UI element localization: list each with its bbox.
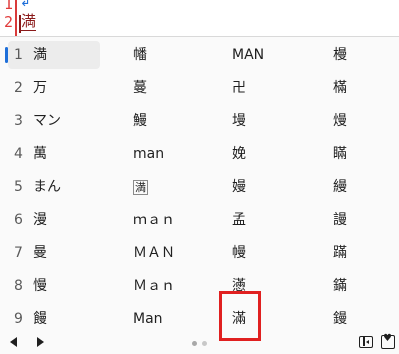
side-panel-icon[interactable] [359, 336, 373, 348]
candidate-row: 6 漫 ｍａｎ 孟 謾 [0, 203, 399, 237]
candidate-item[interactable]: ＭＡＮ [133, 236, 175, 270]
candidate-item[interactable]: 縵 [333, 170, 347, 204]
candidate-number: 1 [14, 47, 23, 63]
candidate-item[interactable]: 槾 [333, 38, 347, 72]
ime-candidate-panel: 1 満幡 MAN 槾 2 万蔓卍樠 3 マン鰻墁熳 4 萬 man 娩瞞 5 まん満嫚縵 6 漫 ｍａｎ 孟謾 7 曼… [0, 36, 399, 354]
candidate-item[interactable]: 墁 [232, 104, 246, 138]
candidate-item[interactable]: 嫚 [232, 170, 246, 204]
heart-glyph: ♥ [383, 333, 392, 344]
candidate-item[interactable]: 卍 [232, 71, 246, 105]
candidate-item[interactable]: 鏋 [333, 269, 347, 303]
enclosed-character: 満 [133, 179, 148, 195]
candidate-item[interactable]: 饅 [33, 302, 47, 336]
line-number-1: 1 [4, 0, 14, 13]
candidate-row: 7 曼 ＭＡＮ 幔 蹣 [0, 236, 399, 270]
candidate-item[interactable]: 曼 [33, 236, 47, 270]
candidate-item[interactable]: Ｍａｎ [133, 269, 175, 303]
heart-bookmark-icon[interactable]: ♥ [381, 333, 395, 349]
candidate-number: 4 [14, 146, 23, 162]
candidate-panel-footer: ♥ [0, 333, 399, 353]
candidate-item[interactable]: man [133, 137, 164, 171]
candidate-number: 9 [14, 311, 23, 327]
gutter-separator [15, 0, 17, 36]
candidate-row: 8 慢 Ｍａｎ 懣鏋 [0, 269, 399, 303]
candidate-item[interactable]: 謾 [333, 203, 347, 237]
candidate-item[interactable]: 満 [33, 38, 47, 72]
candidate-item[interactable]: 鰻 [133, 104, 147, 138]
candidate-item[interactable]: 瞞 [333, 137, 347, 171]
candidate-item[interactable]: 満 [133, 170, 148, 204]
candidate-item[interactable]: 孟 [232, 203, 246, 237]
candidate-number: 3 [14, 113, 23, 129]
line-end-icon: ↲ [20, 0, 31, 10]
candidate-item[interactable]: マン [33, 104, 61, 138]
candidate-item[interactable]: 娩 [232, 137, 246, 171]
candidate-item[interactable]: 樠 [333, 71, 347, 105]
ime-composition-text: 満 [21, 12, 37, 31]
candidate-item[interactable]: 幔 [232, 236, 246, 270]
candidate-item[interactable]: 蹣 [333, 236, 347, 270]
candidate-item[interactable]: 慢 [33, 269, 47, 303]
candidate-number: 2 [14, 80, 23, 96]
candidate-item[interactable]: 鏝 [333, 302, 347, 336]
candidate-item[interactable]: 蔓 [133, 71, 147, 105]
page-dot-2[interactable] [202, 341, 207, 346]
page-indicator [192, 341, 212, 347]
candidate-number: 6 [14, 212, 23, 228]
candidate-number: 7 [14, 245, 23, 261]
line-number-2: 2 [4, 13, 14, 31]
candidate-item[interactable]: 漫 [33, 203, 47, 237]
candidate-item[interactable]: 万 [33, 71, 47, 105]
candidate-item[interactable]: Man [133, 302, 163, 336]
candidate-item[interactable]: まん [33, 170, 61, 204]
candidate-number: 8 [14, 278, 23, 294]
candidate-row: 3 マン 鰻 墁 熳 [0, 104, 399, 138]
candidate-item[interactable]: MAN [232, 38, 264, 72]
candidate-number: 5 [14, 179, 23, 195]
candidate-item[interactable]: 幡 [133, 38, 147, 72]
candidate-row: 2万 蔓 卍 樠 [0, 71, 399, 105]
triangle-right-icon[interactable] [37, 337, 44, 347]
page-dot-1[interactable] [192, 341, 197, 346]
text-editor[interactable]: 1 2 ↲ 満 [0, 0, 399, 36]
candidate-row: 5 まん 満 嫚 縵 [0, 170, 399, 204]
candidate-item[interactable]: 萬 [33, 137, 47, 171]
candidate-item[interactable]: ｍａｎ [133, 203, 175, 237]
candidate-row: 1 満 幡 MAN 槾 [0, 38, 399, 72]
candidate-row: 4 萬 man 娩 瞞 [0, 137, 399, 171]
candidate-item[interactable]: 熳 [333, 104, 347, 138]
candidate-row: 9 饅 Man 滿鏝 [0, 302, 399, 336]
triangle-left-icon[interactable] [10, 337, 17, 347]
